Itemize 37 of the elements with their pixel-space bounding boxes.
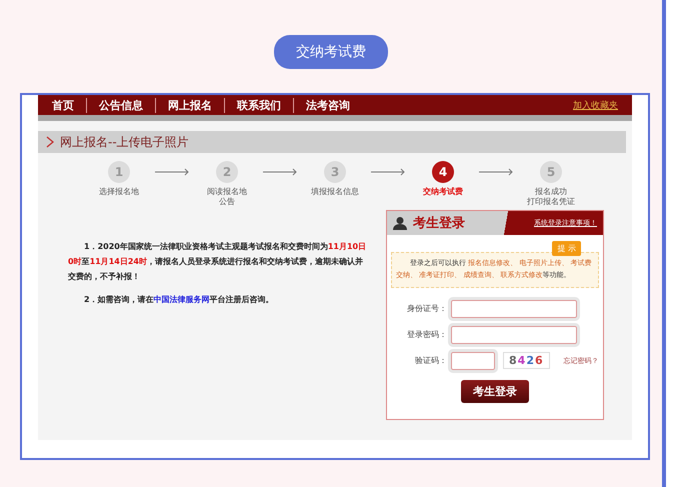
- arrow-icon: [479, 168, 515, 176]
- step-label: 交纳考试费: [423, 187, 463, 197]
- nav-item[interactable]: 网上报名: [156, 98, 225, 112]
- step-label: 阅读报名地 公告: [207, 187, 247, 206]
- chevron-icon: [46, 136, 54, 148]
- login-button[interactable]: 考生登录: [461, 380, 529, 403]
- step-label: 报名成功 打印报名凭证: [527, 187, 575, 206]
- input-field[interactable]: [451, 326, 577, 344]
- arrow-icon: [263, 168, 299, 176]
- arrow-icon: [155, 168, 191, 176]
- nav-item[interactable]: 法考咨询: [294, 98, 362, 112]
- notice-text: 2．如需咨询，请在中国法律服务网平台注册后咨询。: [83, 294, 275, 306]
- notice-text: 1．2020年国家统一法律职业资格考试主观题考试报名和交费时间为11月10日0时至11月14日24时，请报名人员登录系统进行报名和交纳考试费，逾期未确认并交费的，不予补报！: [68, 241, 368, 283]
- step-number: 5: [540, 161, 562, 183]
- step-number: 2: [216, 161, 238, 183]
- captcha-field[interactable]: [451, 352, 495, 370]
- step-number: 4: [432, 161, 454, 183]
- tip-badge: 提 示: [552, 241, 581, 256]
- input-field[interactable]: [451, 300, 577, 318]
- field-label: 验证码：: [414, 355, 447, 366]
- pay-fee-button[interactable]: 交纳考试费: [274, 35, 388, 69]
- step-label: 填报报名信息: [311, 187, 359, 197]
- user-icon: [393, 216, 407, 230]
- step-number: 1: [108, 161, 130, 183]
- step-number: 3: [324, 161, 346, 183]
- captcha-image: 8426: [503, 352, 550, 370]
- arrow-icon: [371, 168, 407, 176]
- login-title: 考生登录: [413, 215, 465, 232]
- nav-item[interactable]: 联系我们: [225, 98, 294, 112]
- section-title: 网上报名--上传电子照片: [60, 134, 189, 150]
- service-link[interactable]: 中国法律服务网: [154, 294, 210, 304]
- step-label: 选择报名地: [99, 187, 139, 197]
- nav-item[interactable]: 首页: [52, 98, 87, 112]
- field-label: 登录密码：: [406, 329, 447, 340]
- nav-item[interactable]: 公告信息: [87, 98, 156, 112]
- favorite-link[interactable]: 加入收藏夹: [573, 98, 618, 112]
- field-label: 身份证号：: [406, 303, 447, 314]
